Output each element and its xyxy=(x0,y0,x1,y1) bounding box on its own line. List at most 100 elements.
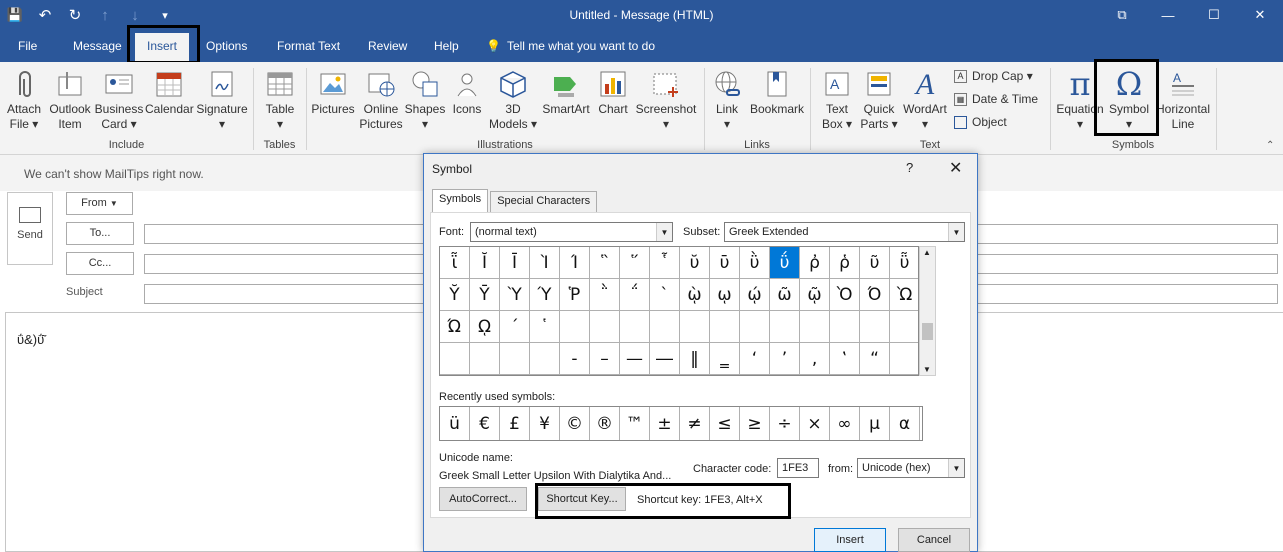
symbol-cell[interactable] xyxy=(860,311,890,343)
symbol-cell[interactable]: ῴ xyxy=(740,279,770,311)
shortcut-key-button[interactable]: Shortcut Key... xyxy=(538,487,626,511)
symbol-cell[interactable]: ‐ xyxy=(560,343,590,375)
character-code-input[interactable]: 1FE3 xyxy=(777,458,819,478)
equation-button[interactable]: π Equation ▾ xyxy=(1056,68,1104,132)
send-button[interactable]: Send xyxy=(7,192,53,265)
recent-symbol-cell[interactable]: £ xyxy=(500,407,530,440)
close-icon[interactable]: ✕ xyxy=(949,158,962,178)
table-button[interactable]: Table ▾ xyxy=(262,68,298,132)
symbol-cell[interactable]: Ῠ xyxy=(440,279,470,311)
symbol-cell[interactable]: ‗ xyxy=(710,343,740,375)
tell-me-box[interactable]: 💡 Tell me what you want to do xyxy=(486,39,655,53)
symbol-cell[interactable] xyxy=(650,311,680,343)
from-select[interactable]: Unicode (hex) ▼ xyxy=(857,458,965,478)
attach-file-button[interactable]: Attach File ▾ xyxy=(4,68,44,132)
symbol-cell[interactable]: ῲ xyxy=(680,279,710,311)
tab-symbols[interactable]: Symbols xyxy=(432,189,489,212)
online-pictures-button[interactable]: Online Pictures xyxy=(358,68,404,132)
symbol-cell[interactable]: Ῑ xyxy=(500,247,530,279)
symbol-cell[interactable]: Ὶ xyxy=(530,247,560,279)
symbol-cell[interactable]: Ώ xyxy=(440,311,470,343)
symbol-cell[interactable] xyxy=(890,311,918,343)
recent-symbol-cell[interactable]: ≥ xyxy=(740,407,770,440)
symbol-cell[interactable]: ῡ xyxy=(710,247,740,279)
symbol-cell[interactable]: — xyxy=(620,343,650,375)
symbol-cell[interactable]: ῠ xyxy=(680,247,710,279)
bookmark-button[interactable]: Bookmark xyxy=(748,68,806,117)
symbol-cell[interactable]: Ῡ xyxy=(470,279,500,311)
help-icon[interactable]: ? xyxy=(906,160,913,175)
recent-symbol-cell[interactable]: € xyxy=(470,407,500,440)
symbol-cell[interactable]: ῾ xyxy=(530,311,560,343)
symbol-cell[interactable]: “ xyxy=(860,343,890,375)
object-button[interactable]: Object xyxy=(954,115,1007,129)
symbol-cell[interactable]: Ό xyxy=(860,279,890,311)
close-window-button[interactable]: ✕ xyxy=(1237,0,1283,30)
symbol-cell[interactable]: ‘ xyxy=(740,343,770,375)
recent-symbol-cell[interactable]: α xyxy=(890,407,920,440)
symbol-cell[interactable]: ΅ xyxy=(620,279,650,311)
symbol-cell[interactable]: ῳ xyxy=(710,279,740,311)
symbol-cell[interactable]: ΰ xyxy=(770,247,800,279)
to-button[interactable]: To... xyxy=(66,222,134,245)
symbol-cell[interactable]: Ὼ xyxy=(890,279,918,311)
symbol-cell[interactable] xyxy=(740,311,770,343)
chart-button[interactable]: Chart xyxy=(596,68,630,117)
font-select[interactable]: (normal text) ▼ xyxy=(470,222,673,242)
wordart-button[interactable]: A WordArt ▾ xyxy=(901,68,949,132)
symbol-cell[interactable]: Ί xyxy=(560,247,590,279)
symbol-cell[interactable]: ῝ xyxy=(590,247,620,279)
symbol-cell[interactable] xyxy=(890,343,918,375)
subset-select[interactable]: Greek Extended ▼ xyxy=(724,222,965,242)
3d-models-button[interactable]: 3D Models ▾ xyxy=(488,68,538,132)
symbol-cell[interactable] xyxy=(680,311,710,343)
symbol-cell[interactable]: ´ xyxy=(500,311,530,343)
symbol-cell[interactable] xyxy=(830,311,860,343)
symbol-cell[interactable] xyxy=(440,343,470,375)
cc-button[interactable]: Cc... xyxy=(66,252,134,275)
tab-special-characters[interactable]: Special Characters xyxy=(490,191,598,212)
symbol-cell[interactable]: – xyxy=(590,343,620,375)
symbol-cell[interactable]: Ὺ xyxy=(500,279,530,311)
symbol-cell[interactable] xyxy=(530,343,560,375)
horizontal-line-button[interactable]: A Horizontal Line xyxy=(1155,68,1211,132)
symbol-cell[interactable] xyxy=(710,311,740,343)
symbol-cell[interactable]: ` xyxy=(650,279,680,311)
symbol-cell[interactable]: ῶ xyxy=(770,279,800,311)
recent-symbol-cell[interactable]: ® xyxy=(590,407,620,440)
symbol-grid-scrollbar[interactable]: ▲ ▼ xyxy=(919,246,936,376)
scroll-thumb[interactable] xyxy=(922,323,933,340)
pictures-button[interactable]: Pictures xyxy=(311,68,355,117)
symbol-cell[interactable]: ῞ xyxy=(620,247,650,279)
signature-button[interactable]: Signature ▾ xyxy=(196,68,248,132)
symbol-cell[interactable] xyxy=(470,343,500,375)
tab-options[interactable]: Options xyxy=(206,39,247,53)
tab-review[interactable]: Review xyxy=(368,39,407,53)
from-button[interactable]: From ▼ xyxy=(66,192,133,215)
recent-symbol-cell[interactable]: ∞ xyxy=(830,407,860,440)
insert-button[interactable]: Insert xyxy=(814,528,886,552)
symbol-cell[interactable]: Ῐ xyxy=(470,247,500,279)
recent-symbol-cell[interactable]: µ xyxy=(860,407,890,440)
symbol-cell[interactable]: Ῥ xyxy=(560,279,590,311)
symbol-cell[interactable]: ῼ xyxy=(470,311,500,343)
tab-message[interactable]: Message xyxy=(73,39,122,53)
recent-symbol-cell[interactable]: © xyxy=(560,407,590,440)
date-time-button[interactable]: ▦ Date & Time xyxy=(954,92,1038,106)
symbol-cell[interactable] xyxy=(620,311,650,343)
calendar-button[interactable]: Calendar xyxy=(145,68,194,117)
cancel-button[interactable]: Cancel xyxy=(898,528,970,552)
text-box-button[interactable]: A Text Box ▾ xyxy=(818,68,856,132)
symbol-cell[interactable]: ‚ xyxy=(800,343,830,375)
recent-symbol-cell[interactable]: ≠ xyxy=(680,407,710,440)
tab-file[interactable]: File xyxy=(18,39,37,53)
symbol-cell[interactable]: Ύ xyxy=(530,279,560,311)
scroll-down-icon[interactable]: ▼ xyxy=(923,365,931,374)
recent-symbol-cell[interactable]: ü xyxy=(440,407,470,440)
symbol-cell[interactable]: Ὸ xyxy=(830,279,860,311)
recent-symbol-cell[interactable]: ¥ xyxy=(530,407,560,440)
smartart-button[interactable]: SmartArt xyxy=(540,68,592,117)
symbol-cell[interactable]: ῗ xyxy=(440,247,470,279)
symbol-cell[interactable]: ‖ xyxy=(680,343,710,375)
business-card-button[interactable]: Business Card ▾ xyxy=(94,68,144,132)
